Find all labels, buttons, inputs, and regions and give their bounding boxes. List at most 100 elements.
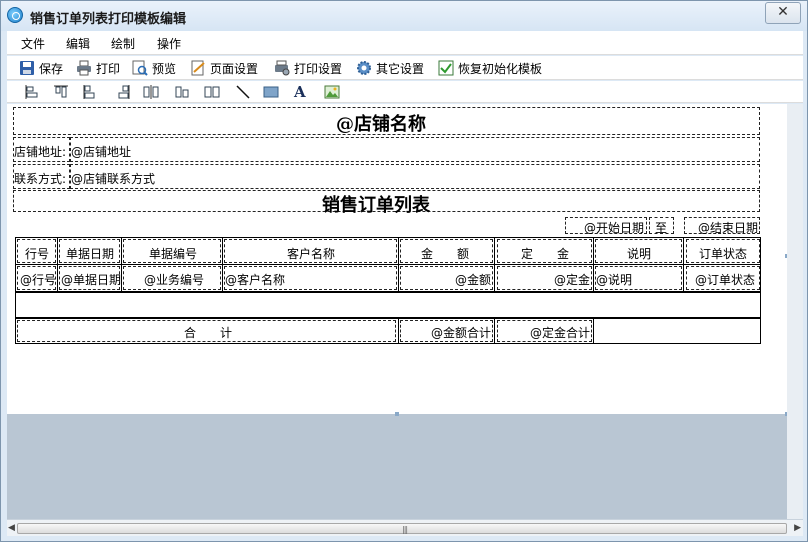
save-button[interactable]: 保存 — [19, 59, 63, 77]
scroll-thumb[interactable]: ||| — [17, 523, 787, 534]
window-title: 销售订单列表打印模板编辑 — [30, 12, 187, 27]
address-value: @店铺地址 — [71, 145, 132, 159]
align-left-icon[interactable] — [24, 84, 40, 100]
toolbar: 保存 打印 预览 页面设置 打印设置 其它设置 恢复初始化模板 — [7, 56, 803, 80]
total-deposit: @定金合计 — [529, 326, 590, 340]
page-setup-button[interactable]: 页面设置 — [190, 59, 258, 77]
col-divider — [683, 238, 684, 291]
save-label: 保存 — [39, 61, 64, 76]
header-cell[interactable]: 定 金 — [497, 239, 592, 263]
header-cell[interactable]: 金 额 — [400, 239, 493, 263]
scroll-left-icon[interactable]: ◀ — [8, 523, 15, 533]
contact-value: @店铺联系方式 — [71, 172, 156, 186]
address-label: 店铺地址: — [14, 145, 67, 159]
address-value-field[interactable]: @店铺地址 — [70, 137, 760, 162]
align-top-icon[interactable] — [53, 84, 69, 100]
header-cell[interactable]: 单据编号 — [123, 239, 221, 263]
print-setup-label: 打印设置 — [294, 61, 343, 76]
menu-draw[interactable]: 绘制 — [111, 35, 135, 52]
preview-label: 预览 — [152, 61, 177, 76]
data-cell[interactable]: @说明 — [595, 266, 682, 290]
start-date-field[interactable]: @开始日期 — [565, 217, 647, 235]
same-height-icon[interactable] — [174, 84, 190, 100]
resize-handle[interactable] — [395, 412, 399, 416]
data-cell[interactable]: @行号 — [17, 266, 56, 290]
shop-name-field[interactable]: @店铺名称 — [13, 107, 760, 135]
menu-bar: 文件 编辑 绘制 操作 — [7, 31, 803, 55]
grip-icon: ||| — [402, 525, 408, 534]
end-date-field[interactable]: @结束日期 — [684, 217, 760, 235]
header-cell[interactable]: 客户名称 — [224, 239, 397, 263]
page-setup-label: 页面设置 — [210, 61, 259, 76]
col-divider — [222, 238, 223, 291]
app-icon — [7, 7, 23, 23]
header-cell[interactable]: 说明 — [595, 239, 682, 263]
data-cell[interactable]: @金额 — [400, 266, 493, 290]
report-title-field[interactable]: 销售订单列表 — [13, 190, 760, 216]
same-width-icon[interactable] — [204, 84, 220, 100]
restore-icon — [438, 60, 454, 76]
detail-table: 行号 单据日期 单据编号 客户名称 金 额 定 金 说明 订单状态 @行号 @单… — [15, 237, 761, 292]
print-setup-button[interactable]: 打印设置 — [274, 59, 342, 77]
col-divider — [398, 238, 399, 291]
header-cell[interactable]: 单据日期 — [59, 239, 120, 263]
to-label-field[interactable]: 至 — [649, 217, 674, 235]
scroll-right-icon[interactable]: ▶ — [794, 523, 801, 533]
menu-operate[interactable]: 操作 — [157, 35, 181, 52]
restore-template-button[interactable]: 恢复初始化模板 — [438, 59, 542, 77]
print-setup-icon — [274, 60, 290, 76]
data-cell[interactable]: @客户名称 — [224, 266, 397, 290]
total-amount-cell[interactable]: @金额合计 — [400, 320, 493, 342]
template-paper: @店铺名称 店铺地址: @店铺地址 联系方式: @店铺联系方式 销售订单列表 @… — [7, 104, 787, 414]
close-button[interactable]: ✕ — [765, 2, 801, 24]
data-cell[interactable]: @定金 — [497, 266, 592, 290]
totals-table: 合 计 @金额合计 @定金合计 — [15, 318, 761, 344]
data-text: @金额 — [454, 273, 491, 287]
contact-label-field[interactable]: 联系方式: — [13, 164, 70, 189]
header-cell[interactable]: 订单状态 — [686, 239, 760, 263]
header-cell[interactable]: 行号 — [17, 239, 56, 263]
menu-edit[interactable]: 编辑 — [66, 35, 90, 52]
start-date-text: @开始日期 — [583, 221, 644, 235]
header-text: 金 额 — [421, 247, 470, 261]
total-deposit-cell[interactable]: @定金合计 — [497, 320, 592, 342]
col-divider — [494, 319, 495, 343]
print-icon — [76, 60, 92, 76]
col-divider — [593, 238, 594, 291]
align-bottom-right-icon[interactable] — [115, 84, 131, 100]
total-label: 合 计 — [184, 326, 233, 340]
total-amount: @金额合计 — [430, 326, 491, 340]
data-text: @业务编号 — [144, 273, 205, 287]
print-button[interactable]: 打印 — [76, 59, 120, 77]
draw-toolbar: A — [7, 81, 803, 103]
report-title-text: 销售订单列表 — [322, 195, 430, 216]
horizontal-scrollbar[interactable]: ◀ ||| ▶ — [7, 519, 803, 536]
save-icon — [19, 60, 35, 76]
editor-window: 销售订单列表打印模板编辑 ✕ 文件 编辑 绘制 操作 保存 打印 预览 页面设置… — [0, 0, 808, 542]
preview-button[interactable]: 预览 — [132, 59, 176, 77]
line-icon[interactable] — [235, 84, 251, 100]
restore-template-label: 恢复初始化模板 — [458, 61, 543, 76]
end-date-text: @结束日期 — [697, 221, 758, 235]
col-divider — [593, 319, 594, 343]
header-text: 定 金 — [521, 247, 570, 261]
data-text: @行号 — [20, 273, 57, 287]
total-label-cell[interactable]: 合 计 — [17, 320, 396, 342]
contact-value-field[interactable]: @店铺联系方式 — [70, 164, 760, 189]
data-cell[interactable]: @业务编号 — [123, 266, 221, 290]
menu-file[interactable]: 文件 — [21, 35, 45, 52]
image-icon[interactable] — [324, 84, 340, 100]
other-settings-button[interactable]: 其它设置 — [356, 59, 424, 77]
align-bottom-left-icon[interactable] — [82, 84, 98, 100]
data-cell[interactable]: @单据日期 — [59, 266, 121, 290]
data-text: @订单状态 — [695, 273, 756, 287]
rectangle-icon[interactable] — [263, 84, 279, 100]
gear-icon — [356, 60, 372, 76]
distribute-h-icon[interactable] — [143, 84, 159, 100]
header-text: 订单状态 — [699, 247, 748, 261]
contact-label: 联系方式: — [14, 172, 67, 186]
text-icon[interactable]: A — [294, 83, 310, 101]
address-label-field[interactable]: 店铺地址: — [13, 137, 70, 162]
data-text: @说明 — [596, 273, 633, 287]
data-cell[interactable]: @订单状态 — [686, 266, 760, 290]
